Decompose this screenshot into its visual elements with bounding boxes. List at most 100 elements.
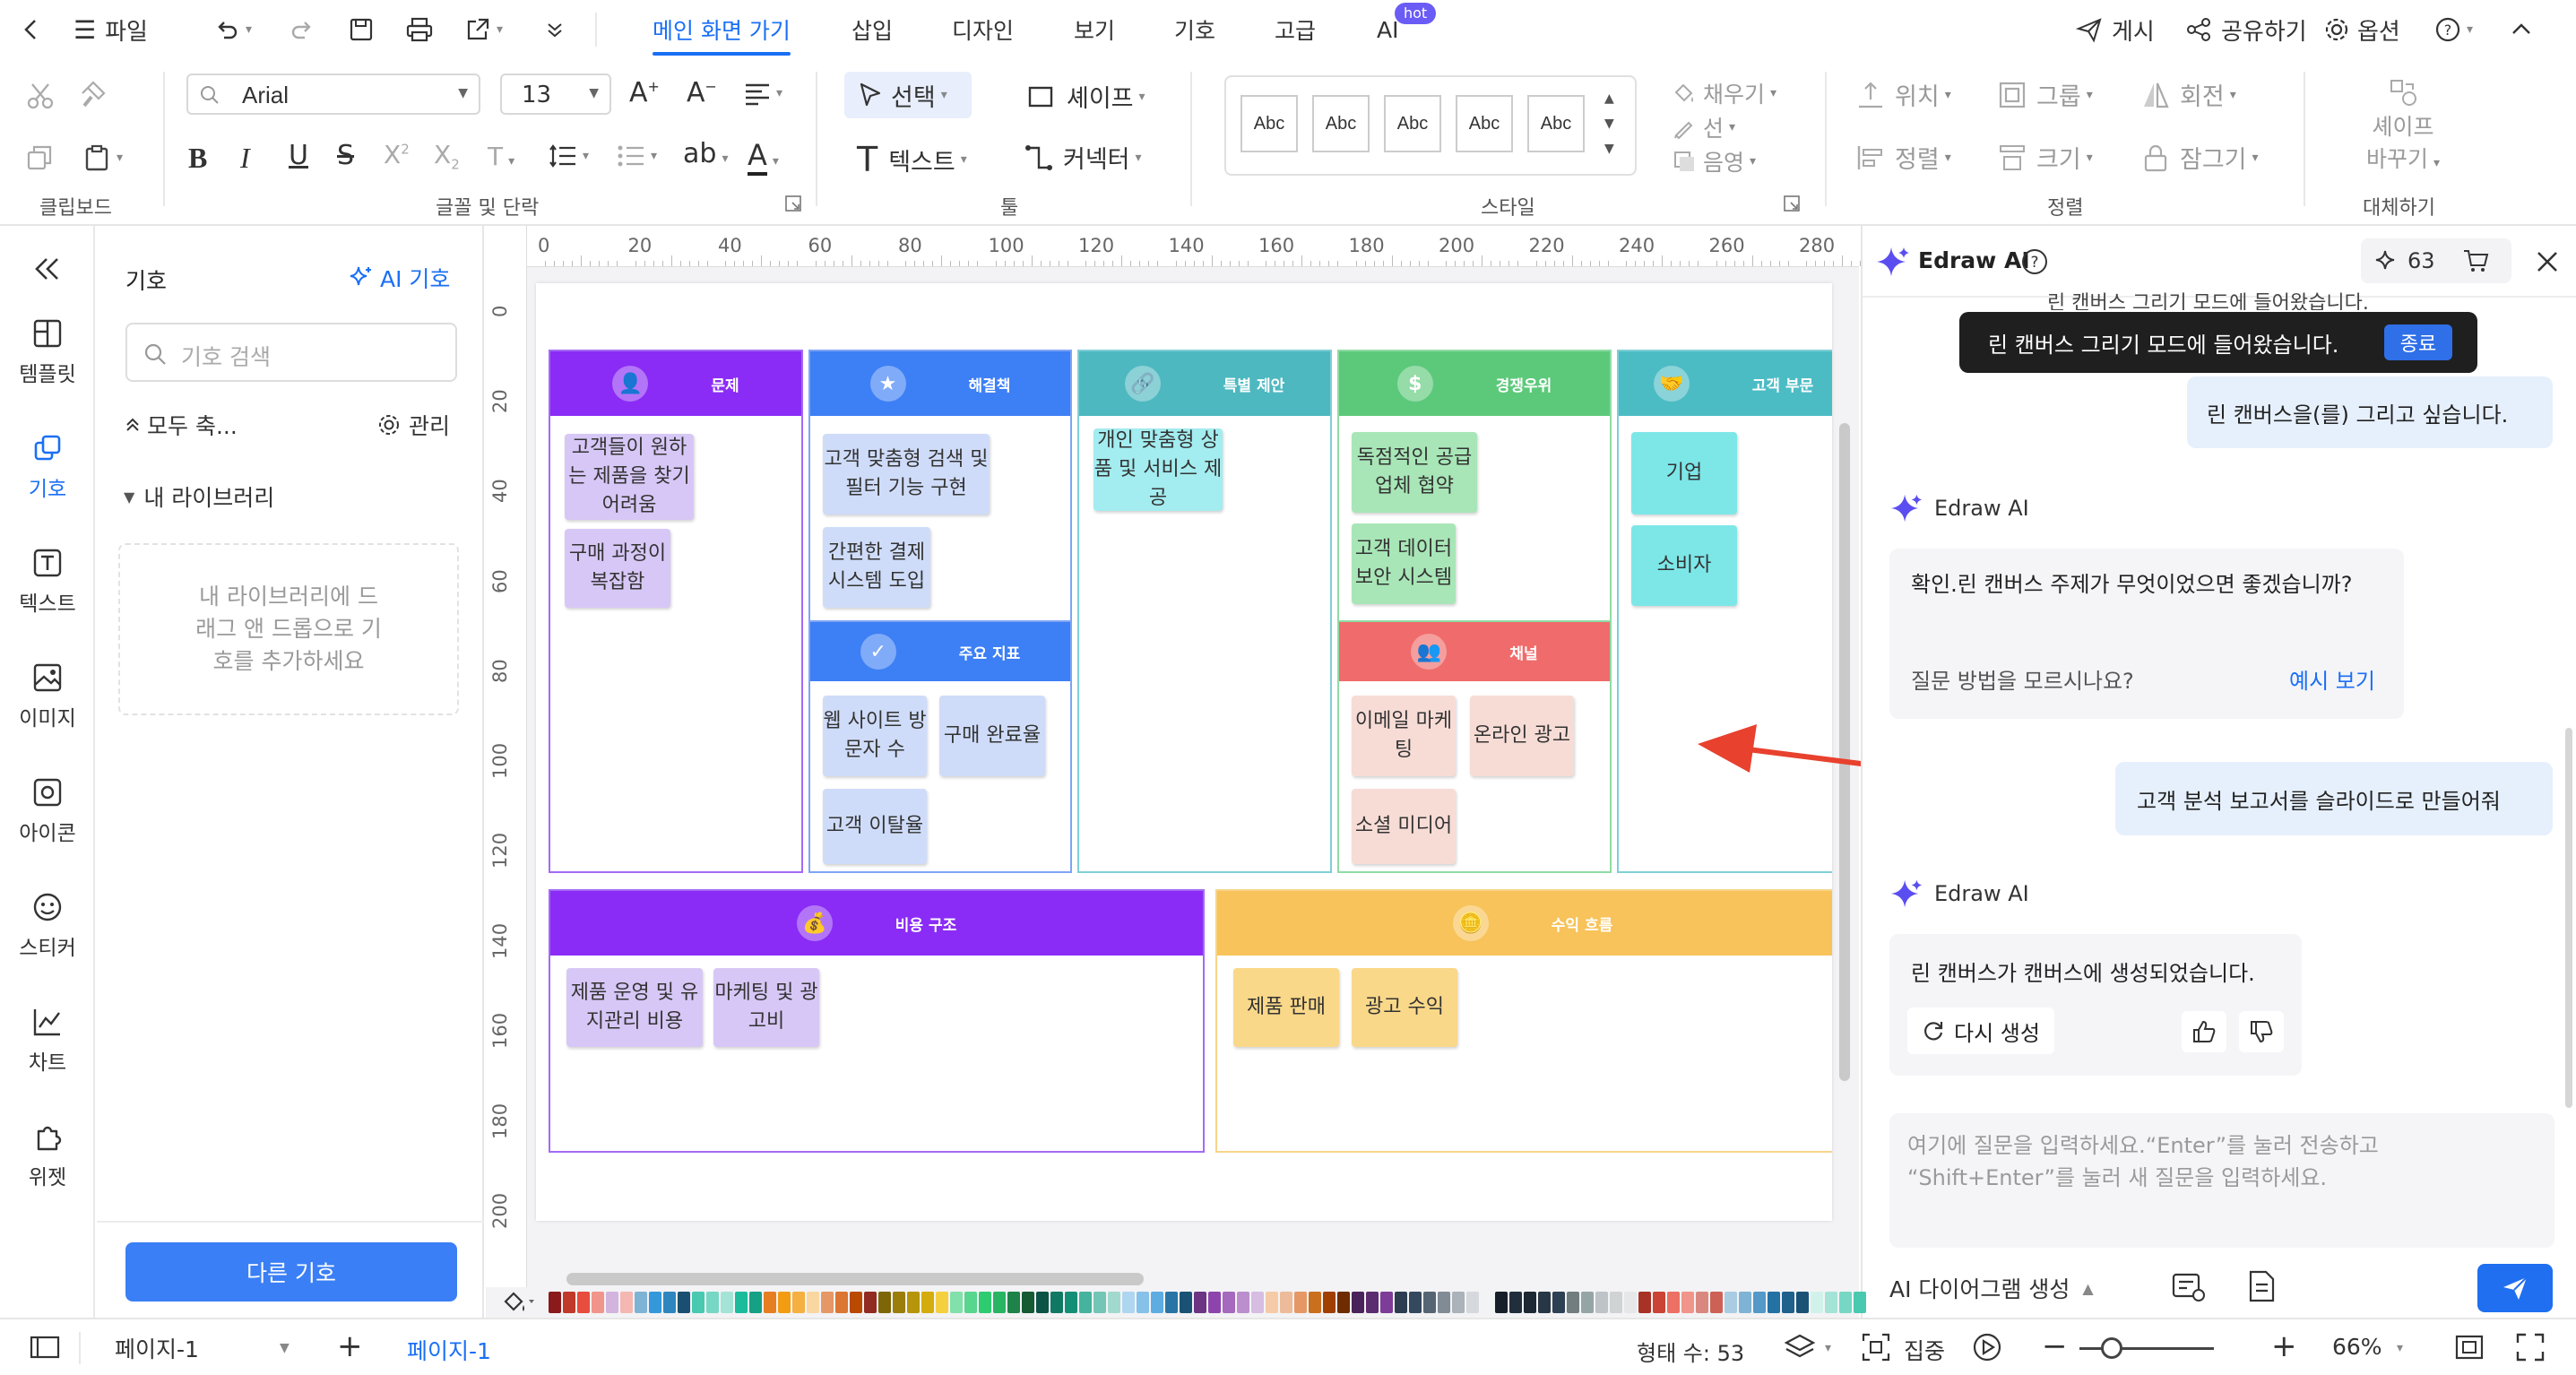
color-swatch[interactable] [1538,1292,1551,1313]
color-swatch[interactable] [1122,1292,1135,1313]
color-swatch[interactable] [1567,1292,1579,1313]
canvas-column-advantage[interactable]: $ 경쟁우위 독점적인 공급업체 협약 고객 데이터 보안 시스템 [1337,350,1612,620]
color-swatch[interactable] [1423,1292,1436,1313]
zoom-slider-handle[interactable] [2101,1337,2122,1359]
color-swatch[interactable] [1251,1292,1264,1313]
color-swatch[interactable] [1395,1292,1407,1313]
sticky-note[interactable]: 소비자 [1631,525,1737,606]
regenerate-button[interactable]: 다시 생성 [1907,1007,2054,1054]
collapse-ribbon-icon[interactable] [2510,0,2533,59]
my-library-header[interactable]: ▼ 내 라이브러리 [124,480,274,513]
undo-button[interactable]: ▾ [213,0,252,59]
tab-home[interactable]: 메인 화면 가기 [653,0,791,59]
color-swatch[interactable] [1223,1292,1235,1313]
sticky-note[interactable]: 제품 운영 및 유지관리 비용 [566,968,703,1047]
color-swatch[interactable] [1739,1292,1751,1313]
color-swatch[interactable] [592,1292,604,1313]
canvas-page[interactable]: 👤 문제 고객들이 원하는 제품을 찾기 어려움 구매 과정이 복잡함 ★ 해결책 … [536,283,1832,1221]
symbol-search-input[interactable]: 기호 검색 [125,323,457,382]
sticky-note[interactable]: 광고 수익 [1352,968,1457,1047]
font-size-select[interactable]: 13 ▼ [500,74,611,115]
color-swatch[interactable] [1137,1292,1149,1313]
color-swatch[interactable] [563,1292,575,1313]
color-swatch[interactable] [1509,1292,1522,1313]
sticky-note[interactable]: 기업 [1631,432,1737,515]
color-swatch[interactable] [1495,1292,1508,1313]
sidebar-item-symbol[interactable]: 기호 [0,432,95,502]
sticky-note[interactable]: 이메일 마케팅 [1352,696,1456,776]
color-swatch[interactable] [549,1292,561,1313]
font-color-icon[interactable]: A ▾ [748,138,779,176]
save-button[interactable] [348,0,375,59]
send-button[interactable] [2477,1264,2553,1312]
help-icon[interactable]: ? [2020,247,2049,276]
tab-design[interactable]: 디자인 [952,0,1014,59]
print-button[interactable] [405,0,434,59]
color-swatch[interactable] [1481,1292,1493,1313]
sticky-note[interactable]: 고객들이 원하는 제품을 찾기 어려움 [565,434,694,520]
color-swatch[interactable] [1050,1292,1063,1313]
color-swatch[interactable] [1595,1292,1608,1313]
color-swatch[interactable] [1180,1292,1192,1313]
ai-symbol-button[interactable]: AI 기호 [348,262,450,294]
tab-insert[interactable]: 삽입 [851,0,893,59]
color-swatch[interactable] [1409,1292,1422,1313]
options-button[interactable]: 옵션 [2323,0,2400,59]
color-swatch[interactable] [692,1292,705,1313]
underline-icon[interactable]: U [289,140,308,171]
sidebar-item-sticker[interactable]: 스티커 [0,891,95,961]
zoom-out-icon[interactable]: − [2042,1328,2068,1364]
page-panel-icon[interactable] [29,1334,61,1361]
example-link[interactable]: 예시 보기 [2289,663,2375,695]
canvas-column-problem[interactable]: 👤 문제 고객들이 원하는 제품을 찾기 어려움 구매 과정이 복잡함 [549,350,803,873]
fit-window-icon[interactable] [2454,1332,2485,1362]
canvas-column-offer[interactable]: 🔗 특별 제안 개인 맞춤형 상품 및 서비스 제공 [1077,350,1332,873]
color-swatch[interactable] [1352,1292,1364,1313]
color-swatch[interactable] [1366,1292,1379,1313]
more-icon[interactable] [545,0,565,59]
color-swatch[interactable] [1610,1292,1622,1313]
sticky-note[interactable]: 독점적인 공급업체 협약 [1352,432,1477,513]
style-swatch[interactable]: Abc [1527,95,1585,152]
sticky-note[interactable]: 웹 사이트 방문자 수 [823,696,927,776]
color-swatch[interactable] [1466,1292,1479,1313]
color-swatch[interactable] [1581,1292,1594,1313]
color-swatch[interactable] [1237,1292,1249,1313]
sidebar-item-chart[interactable]: 차트 [0,1006,95,1076]
bold-icon[interactable]: B [188,142,207,175]
color-swatch[interactable] [936,1292,948,1313]
color-swatch[interactable] [864,1292,877,1313]
color-swatch[interactable] [1151,1292,1163,1313]
line-spacing-icon[interactable]: ▾ [549,143,589,169]
horizontal-scrollbar[interactable] [566,1273,1144,1285]
color-swatch[interactable] [1753,1292,1766,1313]
canvas-column-channels[interactable]: 👥 채널 이메일 마케팅 온라인 광고 소셜 미디어 [1337,620,1612,873]
color-swatch[interactable] [749,1292,762,1313]
color-swatch[interactable] [964,1292,977,1313]
color-swatch[interactable] [807,1292,819,1313]
paragraph-align-icon[interactable]: ▾ [744,81,782,106]
color-swatch[interactable] [1667,1292,1680,1313]
sidebar-item-text[interactable]: 텍스트 [0,547,95,617]
color-swatch[interactable] [1194,1292,1206,1313]
color-swatch[interactable] [1208,1292,1221,1313]
color-swatch[interactable] [649,1292,661,1313]
publish-button[interactable]: 게시 [2076,0,2155,59]
sticky-note[interactable]: 고객 이탈율 [823,789,927,864]
library-drop-zone[interactable]: 내 라이브러리에 드래그 앤 드롭으로 기호를 추가하세요 [118,543,459,715]
tab-view[interactable]: 보기 [1074,0,1115,59]
color-swatch[interactable] [792,1292,805,1313]
increase-font-icon[interactable]: A+ [629,77,660,108]
canvas-column-revenue[interactable]: 🪙 수익 흐름 제품 판매 광고 수익 [1215,889,1832,1153]
style-swatch[interactable]: Abc [1384,95,1441,152]
color-swatch[interactable] [1337,1292,1350,1313]
superscript-icon[interactable]: X2 [384,140,410,169]
sticky-note[interactable]: 제품 판매 [1233,968,1339,1047]
thumbs-up-button[interactable] [2182,1011,2226,1052]
redo-button[interactable] [289,0,316,59]
help-button[interactable]: ? ▾ [2434,0,2473,59]
style-swatch[interactable]: Abc [1456,95,1513,152]
document-icon[interactable] [2246,1269,2278,1303]
color-swatch[interactable] [1452,1292,1465,1313]
color-swatch[interactable] [1309,1292,1321,1313]
